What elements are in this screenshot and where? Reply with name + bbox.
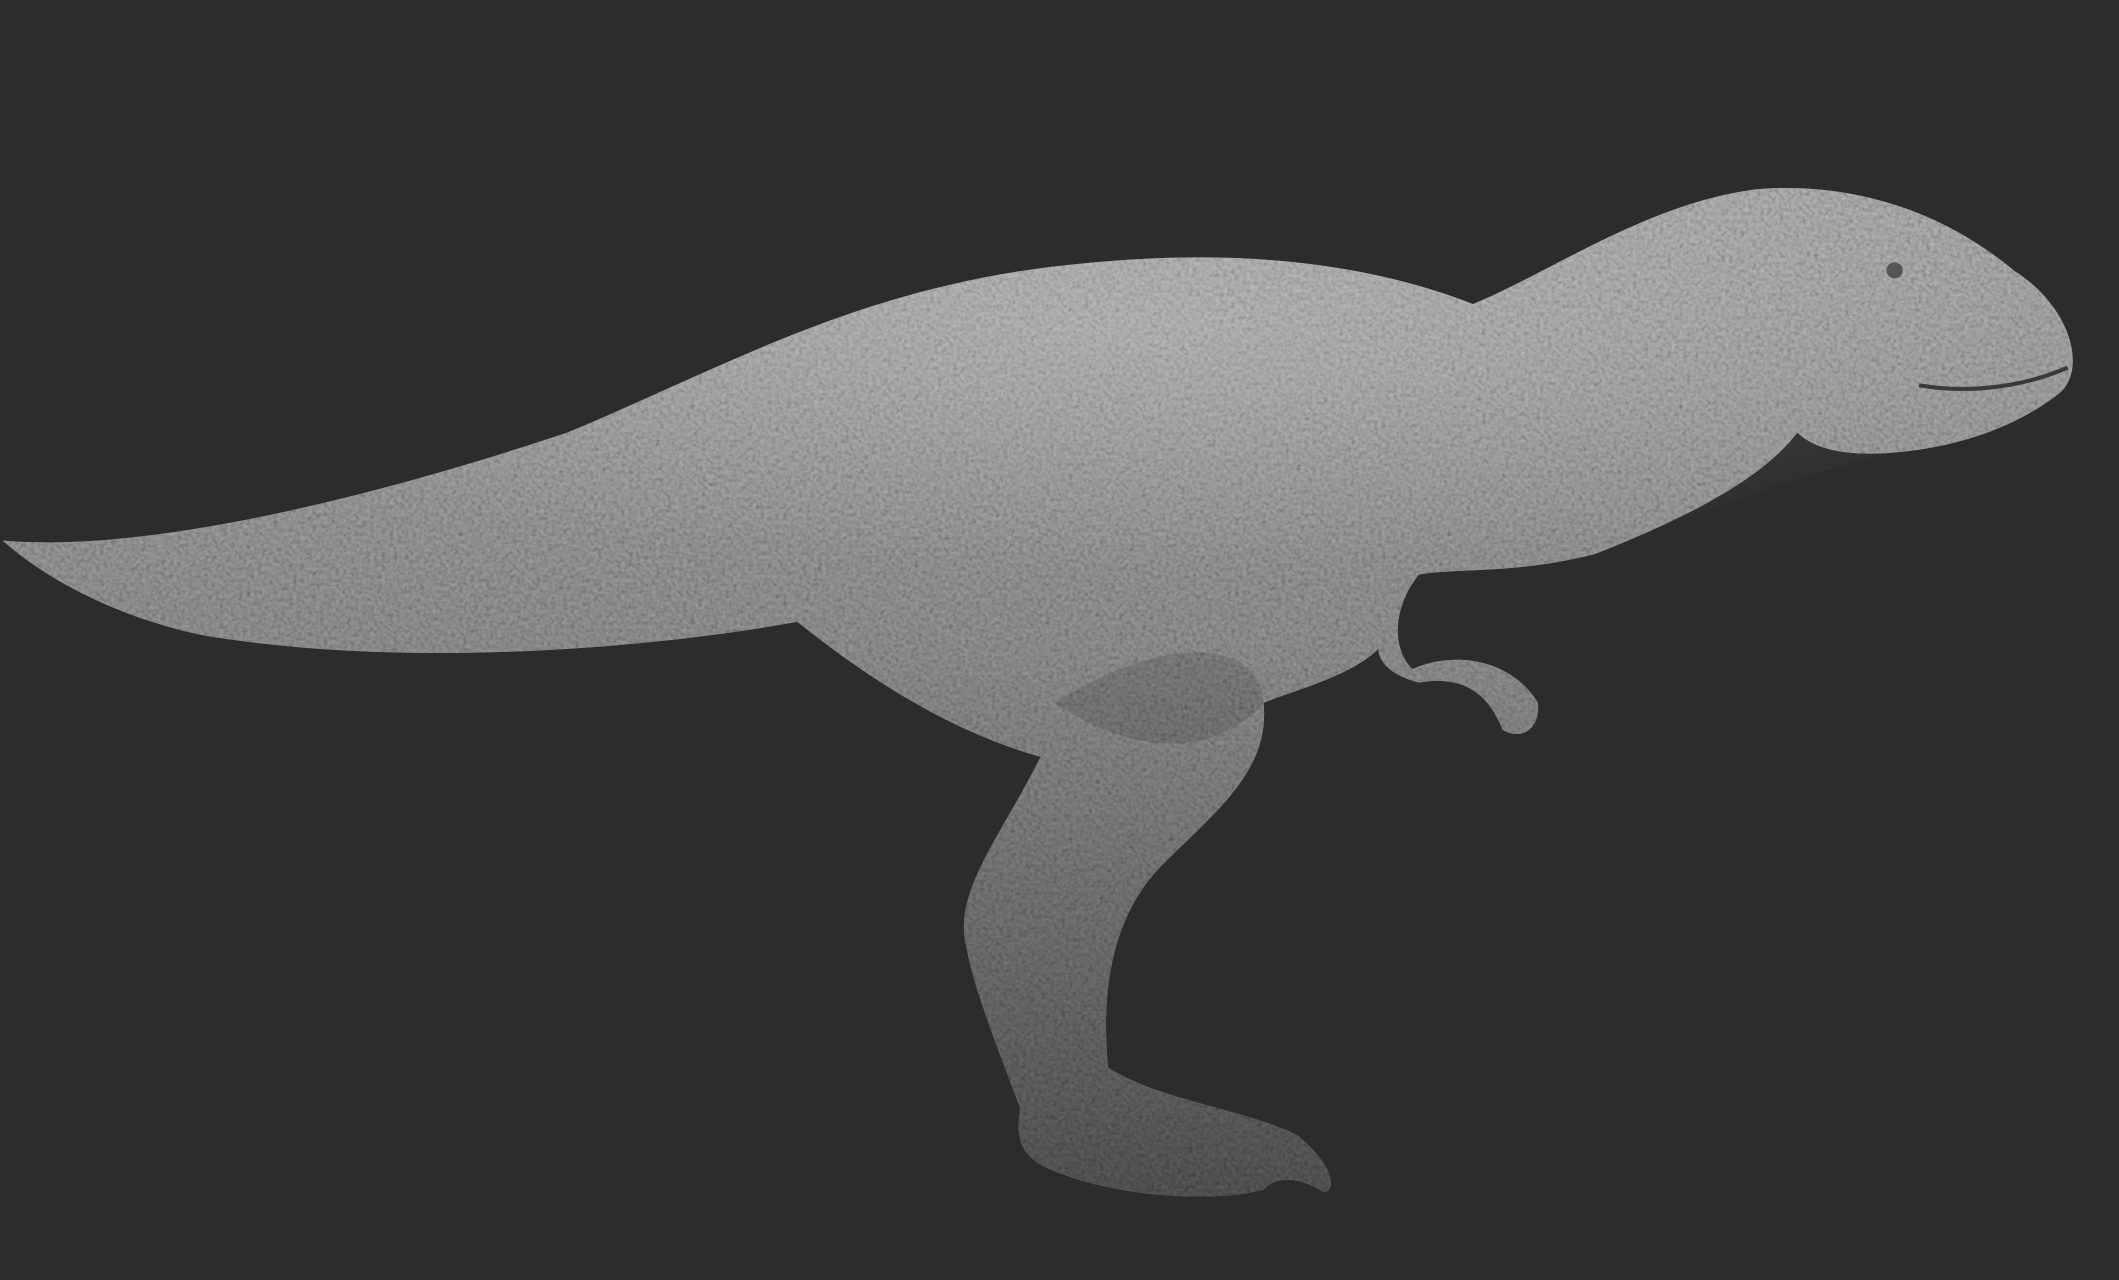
dinosaur-model	[2, 187, 2073, 1197]
render-viewport	[0, 0, 2119, 1280]
dinosaur-body	[2, 187, 2073, 1197]
dinosaur-eye	[1886, 262, 1903, 279]
